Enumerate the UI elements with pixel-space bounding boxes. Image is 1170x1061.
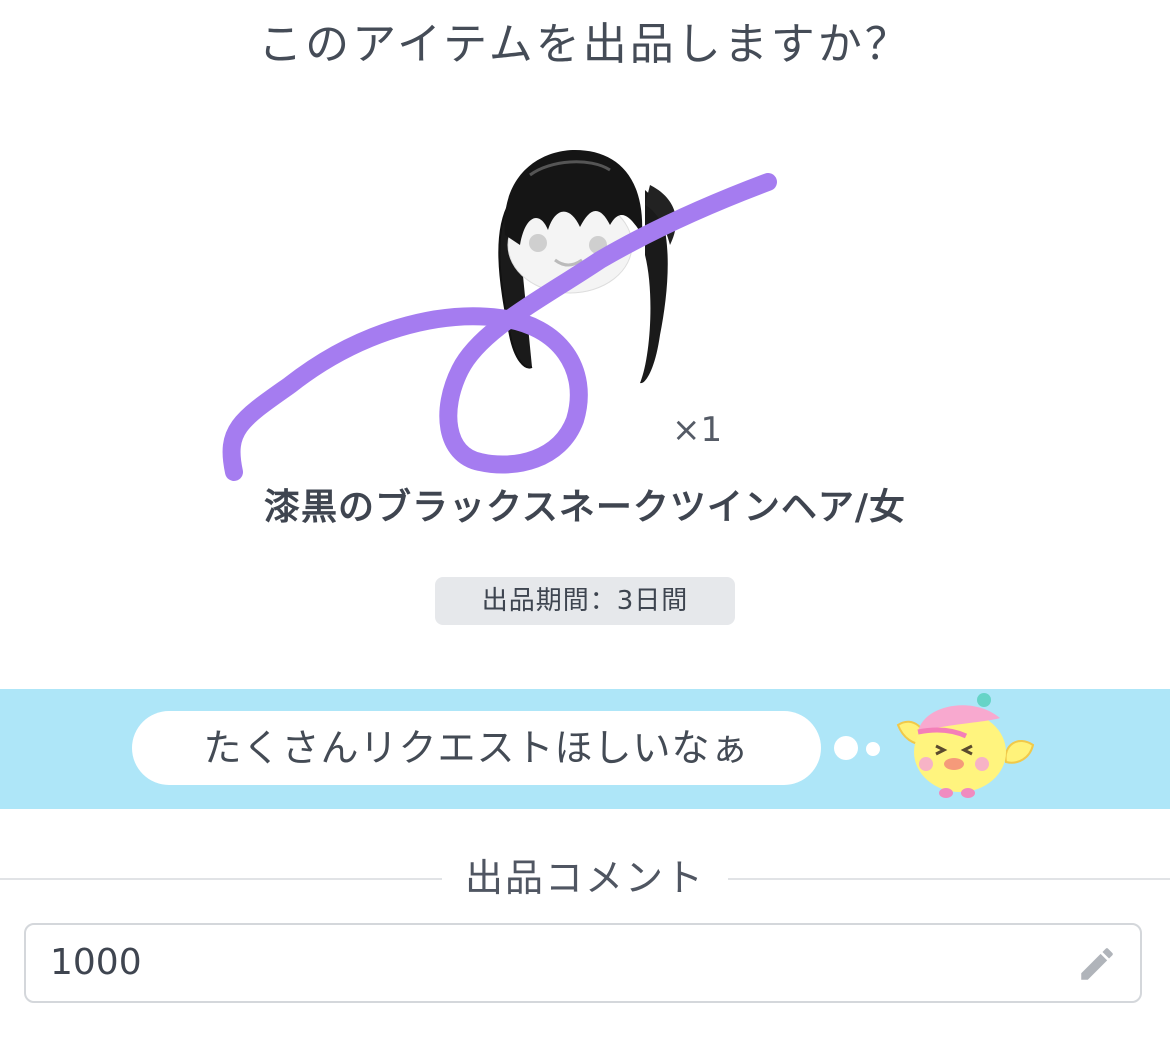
bubble-dot	[866, 742, 880, 756]
pencil-icon[interactable]	[1076, 943, 1118, 985]
listing-period-badge: 出品期間：3日間	[435, 577, 735, 625]
item-name: 漆黒のブラックスネークツインヘア/女	[263, 487, 907, 528]
listing-comment-field[interactable]: 1000	[24, 923, 1142, 1003]
dialog-title: このアイテムを出品しますか？	[258, 19, 912, 70]
comment-input-value[interactable]: 1000	[50, 925, 142, 1001]
hair-item-image	[498, 150, 677, 384]
bubble-dot	[834, 736, 858, 760]
bird-mascot-icon	[896, 693, 1035, 798]
item-quantity: ×1	[672, 410, 723, 450]
comment-section-label: 出品コメント	[442, 852, 728, 904]
speech-bubble: たくさんリクエストほしいなぁ	[132, 711, 821, 785]
